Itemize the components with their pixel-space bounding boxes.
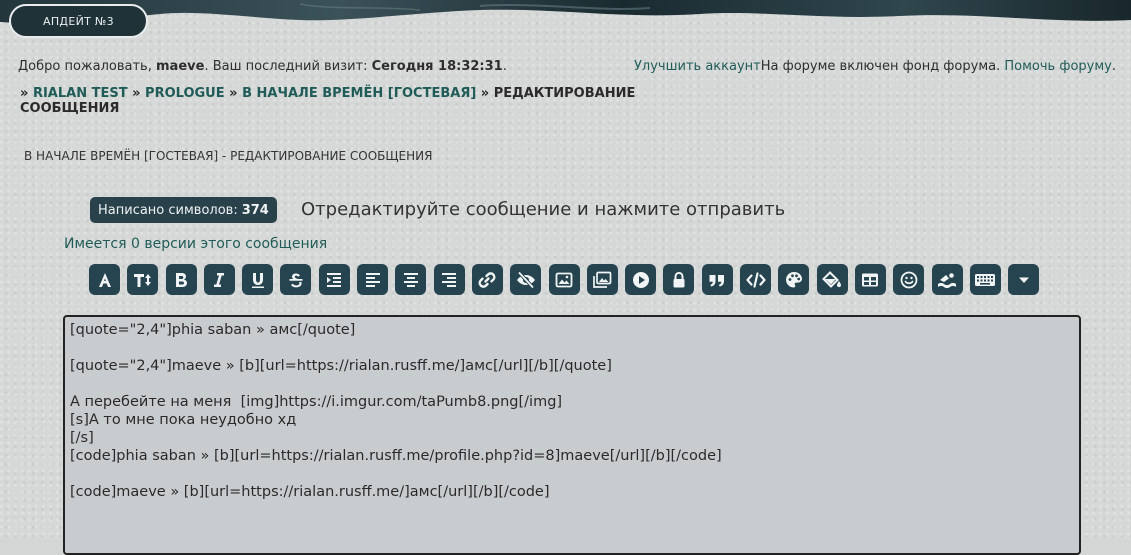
swim-icon[interactable] bbox=[931, 264, 963, 295]
update-button[interactable]: АПДЕЙТ №3 bbox=[9, 4, 148, 38]
breadcrumb-item-guestbook[interactable]: В НАЧАЛЕ ВРЕМЁН [ГОСТЕВАЯ] bbox=[242, 86, 476, 101]
align-left-icon[interactable] bbox=[357, 264, 389, 295]
message-line: [code]maeve » [b][url=https://rialan.rus… bbox=[70, 484, 550, 500]
editor-toolbar bbox=[89, 264, 1046, 295]
more-dropdown-icon[interactable] bbox=[1008, 264, 1040, 295]
header-banner bbox=[0, 0, 1131, 24]
underline-icon[interactable] bbox=[242, 264, 274, 295]
help-forum-link[interactable]: Помочь форуму bbox=[1004, 59, 1111, 74]
username: maeve bbox=[156, 59, 205, 74]
indent-icon[interactable] bbox=[318, 264, 350, 295]
code-icon[interactable] bbox=[740, 264, 772, 295]
align-center-icon[interactable] bbox=[395, 264, 427, 295]
welcome-prefix: Добро пожаловать, bbox=[18, 59, 156, 74]
lock-icon[interactable] bbox=[663, 264, 695, 295]
message-line bbox=[70, 375, 722, 393]
breadcrumb-sep: » bbox=[20, 86, 33, 101]
message-line: [quote="2,4"]maeve » [b][url=https://ria… bbox=[70, 358, 612, 374]
quote-icon[interactable] bbox=[701, 264, 733, 295]
breadcrumb-sep: » bbox=[480, 86, 494, 101]
forum-fund-text: На форуме включен фонд форума. bbox=[760, 59, 1005, 74]
video-icon[interactable] bbox=[625, 264, 657, 295]
fill-color-icon[interactable] bbox=[816, 264, 848, 295]
last-visit: Сегодня 18:32:31 bbox=[371, 59, 503, 74]
welcome-suffix: . bbox=[502, 59, 507, 74]
char-counter-value: 374 bbox=[241, 202, 269, 218]
message-line: [quote="2,4"]phia saban » амс[/quote] bbox=[70, 322, 356, 338]
font-icon[interactable] bbox=[89, 264, 120, 295]
message-line bbox=[70, 465, 722, 483]
breadcrumb-sep: » bbox=[132, 86, 146, 101]
gallery-icon[interactable] bbox=[586, 264, 618, 295]
table-icon[interactable] bbox=[854, 264, 886, 295]
text-size-icon[interactable] bbox=[127, 264, 159, 295]
breadcrumb: » RIALAN TEST » PROLOGUE » В НАЧАЛЕ ВРЕМ… bbox=[20, 86, 640, 116]
palette-icon[interactable] bbox=[778, 264, 810, 295]
message-line: А перебейте на меня [img]https://i.imgur… bbox=[70, 394, 563, 410]
italic-icon[interactable] bbox=[203, 264, 235, 295]
breadcrumb-item-prologue[interactable]: PROLOGUE bbox=[145, 86, 225, 101]
message-line: [/s] bbox=[70, 430, 94, 446]
smiley-icon[interactable] bbox=[893, 264, 925, 295]
message-textarea[interactable]: [quote="2,4"]phia saban » амс[/quote] [q… bbox=[63, 315, 1081, 555]
breadcrumb-item-rialan[interactable]: RIALAN TEST bbox=[33, 86, 128, 101]
link-icon[interactable] bbox=[471, 264, 503, 295]
bold-icon[interactable] bbox=[165, 264, 197, 295]
message-line bbox=[70, 339, 722, 357]
message-line: [s]А то мне пока неудобно хд bbox=[70, 412, 297, 428]
welcome-middle: . Ваш последний визит: bbox=[204, 59, 372, 74]
page-title: В НАЧАЛЕ ВРЕМЁН [ГОСТЕВАЯ] - РЕДАКТИРОВА… bbox=[24, 149, 433, 163]
forum-links: Улучшить аккаунтНа форуме включен фонд ф… bbox=[634, 59, 1116, 74]
edit-hint: Отредактируйте сообщение и нажмите отпра… bbox=[301, 199, 786, 220]
image-icon[interactable] bbox=[548, 264, 580, 295]
message-text[interactable]: [quote="2,4"]phia saban » амс[/quote] [q… bbox=[70, 321, 722, 501]
keyboard-icon[interactable] bbox=[969, 264, 1001, 295]
char-counter-badge: Написано символов: 374 bbox=[90, 197, 277, 223]
breadcrumb-sep: » bbox=[229, 86, 243, 101]
versions-link[interactable]: Имеется 0 версии этого сообщения bbox=[64, 236, 327, 252]
links-end: . bbox=[1111, 59, 1116, 74]
char-counter-label: Написано символов: bbox=[98, 202, 238, 218]
align-right-icon[interactable] bbox=[433, 264, 465, 295]
hide-icon[interactable] bbox=[510, 264, 542, 295]
message-line: [code]phia saban » [b][url=https://riala… bbox=[70, 448, 722, 464]
welcome-message: Добро пожаловать, maeve. Ваш последний в… bbox=[18, 59, 507, 74]
upgrade-account-link[interactable]: Улучшить аккаунт bbox=[634, 59, 761, 74]
strikethrough-icon[interactable] bbox=[280, 264, 312, 295]
